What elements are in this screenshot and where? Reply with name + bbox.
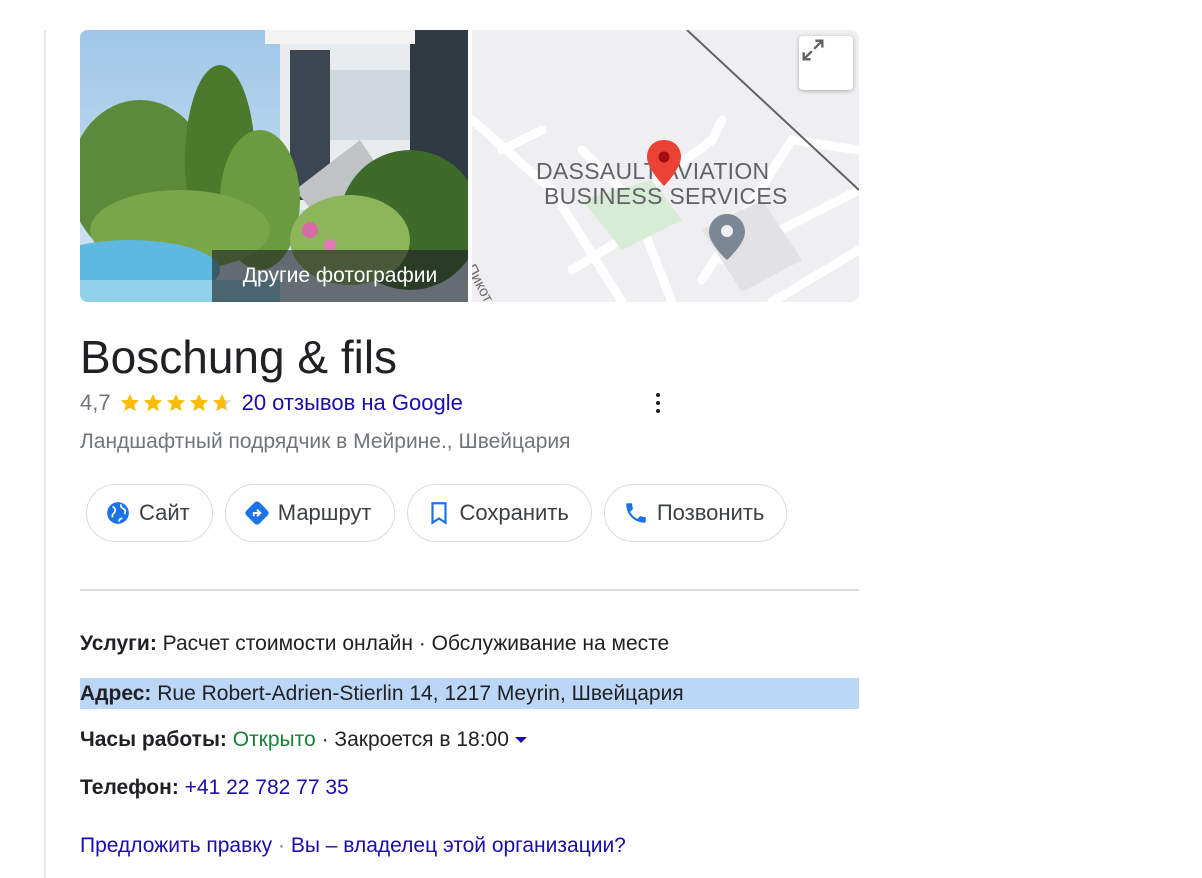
hours-label: Часы работы: <box>80 728 227 751</box>
location-pin-icon <box>647 140 681 186</box>
footer-separator: · <box>278 834 286 857</box>
bookmark-icon <box>430 502 447 525</box>
star-icon <box>143 393 162 412</box>
business-category: Ландшафтный подрядчик в Мейрине., Швейца… <box>80 430 571 453</box>
hours-dropdown-icon[interactable] <box>514 737 527 744</box>
website-label: Сайт <box>139 500 190 525</box>
save-label: Сохранить <box>459 500 569 525</box>
footer-links: Предложить правку · Вы – владелец этой о… <box>80 834 626 858</box>
more-photos-label: Другие фотографии <box>242 264 438 287</box>
phone-number-link[interactable]: +41 22 782 77 35 <box>185 776 349 799</box>
section-divider <box>80 589 859 591</box>
reviews-link[interactable]: 20 отзывов на Google <box>242 390 463 416</box>
globe-icon <box>107 502 129 524</box>
media-row: Другие фотографии DASSAULT AVIATION BUSI… <box>80 30 859 302</box>
map-poi-label-line2: BUSINESS SERVICES <box>544 183 788 209</box>
location-map[interactable]: DASSAULT AVIATION BUSINESS SERVICES ул. … <box>472 30 859 302</box>
more-dot-icon <box>656 393 660 397</box>
save-button[interactable]: Сохранить <box>406 484 592 542</box>
claim-business-link[interactable]: Вы – владелец этой организации? <box>291 834 626 857</box>
more-options-button[interactable] <box>646 388 670 418</box>
rating-value: 4,7 <box>80 390 111 415</box>
address-value: Rue Robert-Adrien-Stierlin 14, 1217 Meyr… <box>157 682 684 705</box>
directions-button[interactable]: Маршрут <box>224 484 395 542</box>
expand-icon <box>802 39 824 61</box>
business-photo[interactable]: Другие фотографии <box>80 30 468 302</box>
hours-row: Часы работы: Открыто · Закроется в 18:00 <box>80 728 527 752</box>
knowledge-panel: Другие фотографии DASSAULT AVIATION BUSI… <box>80 30 859 857</box>
call-button[interactable]: Позвонить <box>603 484 788 542</box>
action-buttons: Сайт Маршрут Сохранить Позвонить <box>86 484 799 542</box>
closing-time[interactable]: · Закроется в 18:00 <box>322 728 509 751</box>
left-divider-line <box>44 30 46 878</box>
more-dot-icon <box>656 409 660 413</box>
phone-icon <box>626 503 646 523</box>
star-icon <box>166 393 185 412</box>
phone-row: Телефон: +41 22 782 77 35 <box>80 776 349 800</box>
star-rating <box>119 392 234 414</box>
open-status: Открыто <box>232 728 316 751</box>
star-icon <box>189 393 208 412</box>
star-icon <box>212 393 231 412</box>
website-button[interactable]: Сайт <box>86 484 213 542</box>
address-row: Адрес: Rue Robert-Adrien-Stierlin 14, 12… <box>80 678 859 709</box>
map-poi-label-line1: DASSAULT AVIATION <box>536 158 770 184</box>
directions-icon <box>245 501 269 525</box>
call-label: Позвонить <box>656 500 765 525</box>
directions-label: Маршрут <box>277 500 372 525</box>
services-value: Расчет стоимости онлайн · Обслуживание н… <box>162 632 670 655</box>
business-name: Boschung & fils <box>80 331 398 383</box>
more-dot-icon <box>656 401 660 405</box>
star-icon <box>120 393 139 412</box>
expand-map-button[interactable] <box>799 36 853 90</box>
poi-marker-icon <box>709 214 745 260</box>
suggest-edit-link[interactable]: Предложить правку <box>80 834 272 857</box>
rating-row: 4,7 20 отзывов на Google <box>80 390 463 416</box>
phone-label: Телефон: <box>80 776 179 799</box>
services-row: Услуги: Расчет стоимости онлайн · Обслуж… <box>80 632 669 656</box>
address-label: Адрес: <box>80 682 152 705</box>
more-photos-button[interactable]: Другие фотографии <box>212 250 468 302</box>
services-label: Услуги: <box>80 632 157 655</box>
